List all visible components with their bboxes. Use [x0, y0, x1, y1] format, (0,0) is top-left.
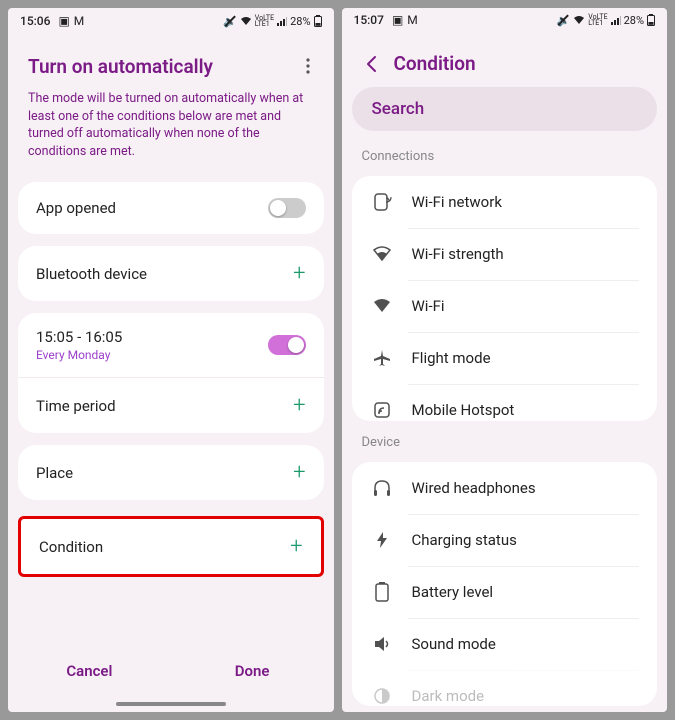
plus-icon[interactable]: +: [290, 534, 302, 559]
dark-icon: [370, 684, 394, 706]
app-opened-row[interactable]: App opened: [18, 182, 324, 234]
wifi-icon: [240, 16, 252, 26]
time-period-label: Time period: [36, 397, 293, 415]
bluetooth-label: Bluetooth device: [36, 265, 293, 283]
status-time: 15:06: [20, 14, 50, 28]
lte-icon: VoLTELTE1: [588, 14, 607, 27]
connections-card: Wi-Fi network Wi-Fi strength Wi-Fi Fligh…: [352, 176, 658, 420]
wifi-label: Wi-Fi: [412, 297, 445, 315]
wifi-row[interactable]: Wi-Fi: [352, 280, 658, 332]
time-range-label: 15:05 - 16:05: [36, 328, 268, 346]
battery-pct: 28%: [624, 14, 644, 27]
description-text: The mode will be turned on automatically…: [8, 90, 334, 176]
charging-label: Charging status: [412, 531, 517, 549]
condition-card: Condition +: [18, 516, 324, 577]
headphones-row[interactable]: Wired headphones: [352, 462, 658, 514]
back-button[interactable]: [362, 54, 382, 74]
hotspot-row[interactable]: Mobile Hotspot: [352, 384, 658, 420]
hotspot-label: Mobile Hotspot: [412, 401, 515, 419]
footer-actions: Cancel Done: [8, 644, 334, 698]
battery-icon: [647, 14, 655, 26]
time-range-toggle[interactable]: [268, 335, 306, 355]
section-device: Device: [342, 427, 668, 456]
bolt-icon: [370, 528, 394, 552]
sound-label: Sound mode: [412, 635, 496, 653]
header: Condition: [342, 32, 668, 87]
place-row[interactable]: Place +: [18, 445, 324, 500]
status-bar: 15:07 ▣ M 🔈 VoLTELTE1 28%: [342, 8, 668, 32]
more-menu-button[interactable]: [302, 54, 314, 78]
hotspot-icon: [370, 398, 394, 420]
cancel-button[interactable]: Cancel: [8, 662, 171, 680]
wifi-strength-row[interactable]: Wi-Fi strength: [352, 228, 658, 280]
status-time: 15:07: [354, 13, 384, 27]
dark-mode-row[interactable]: Dark mode: [352, 670, 658, 706]
dark-label: Dark mode: [412, 687, 485, 705]
plus-icon[interactable]: +: [293, 460, 305, 485]
mail-icon: M: [74, 14, 84, 28]
place-card: Place +: [18, 445, 324, 500]
plus-icon[interactable]: +: [293, 393, 305, 418]
section-connections: Connections: [342, 141, 668, 170]
flight-label: Flight mode: [412, 349, 491, 367]
header: Turn on automatically: [8, 34, 334, 90]
wifi-icon: [573, 15, 585, 25]
condition-label: Condition: [39, 538, 290, 556]
battery-pct: 28%: [290, 15, 310, 28]
time-card: 15:05 - 16:05 Every Monday Time period +: [18, 313, 324, 433]
wifi-network-label: Wi-Fi network: [412, 193, 502, 211]
headphones-label: Wired headphones: [412, 479, 536, 497]
image-icon: ▣: [58, 14, 69, 28]
home-indicator[interactable]: [116, 702, 226, 706]
plus-icon[interactable]: +: [293, 261, 305, 286]
signal-icon: [277, 16, 287, 26]
bluetooth-row[interactable]: Bluetooth device +: [18, 246, 324, 301]
image-icon: ▣: [392, 13, 403, 27]
app-opened-toggle[interactable]: [268, 198, 306, 218]
time-period-row[interactable]: Time period +: [18, 377, 324, 433]
device-card: Wired headphones Charging status Battery…: [352, 462, 658, 706]
phone-right: 15:07 ▣ M 🔈 VoLTELTE1 28% Condition Sear…: [342, 8, 668, 712]
battery-row[interactable]: Battery level: [352, 566, 658, 618]
time-range-row[interactable]: 15:05 - 16:05 Every Monday: [18, 313, 324, 377]
mute-icon: 🔈: [557, 14, 571, 27]
search-input[interactable]: Search: [352, 87, 658, 131]
charging-row[interactable]: Charging status: [352, 514, 658, 566]
place-label: Place: [36, 464, 293, 482]
headphones-icon: [370, 476, 394, 500]
wifi-icon: [370, 294, 394, 318]
status-icons-right: 🔈 VoLTELTE1 28%: [557, 14, 655, 27]
sound-row[interactable]: Sound mode: [352, 618, 658, 670]
flight-mode-row[interactable]: Flight mode: [352, 332, 658, 384]
page-title: Turn on automatically: [28, 55, 302, 78]
condition-row[interactable]: Condition +: [21, 519, 321, 574]
battery-icon: [370, 580, 394, 604]
app-opened-label: App opened: [36, 199, 268, 217]
lte-icon: VoLTELTE1: [255, 15, 274, 28]
wifi-network-icon: [370, 190, 394, 214]
status-bar: 15:06 ▣ M 🔈 VoLTELTE1 28%: [8, 8, 334, 34]
mail-icon: M: [407, 13, 417, 27]
wifi-network-row[interactable]: Wi-Fi network: [352, 176, 658, 228]
phone-left: 15:06 ▣ M 🔈 VoLTELTE1 28% Turn on automa…: [8, 8, 334, 712]
app-opened-card: App opened: [18, 182, 324, 234]
time-recur-label: Every Monday: [36, 348, 268, 362]
wifi-strength-label: Wi-Fi strength: [412, 245, 504, 263]
mute-icon: 🔈: [223, 15, 237, 28]
wifi-icon: [370, 242, 394, 266]
bluetooth-card: Bluetooth device +: [18, 246, 324, 301]
signal-icon: [611, 15, 621, 25]
airplane-icon: [370, 346, 394, 370]
status-icons-right: 🔈 VoLTELTE1 28%: [223, 15, 321, 28]
page-title: Condition: [394, 52, 648, 75]
speaker-icon: [370, 632, 394, 656]
battery-icon: [314, 15, 322, 27]
done-button[interactable]: Done: [171, 662, 334, 680]
battery-label: Battery level: [412, 583, 494, 601]
